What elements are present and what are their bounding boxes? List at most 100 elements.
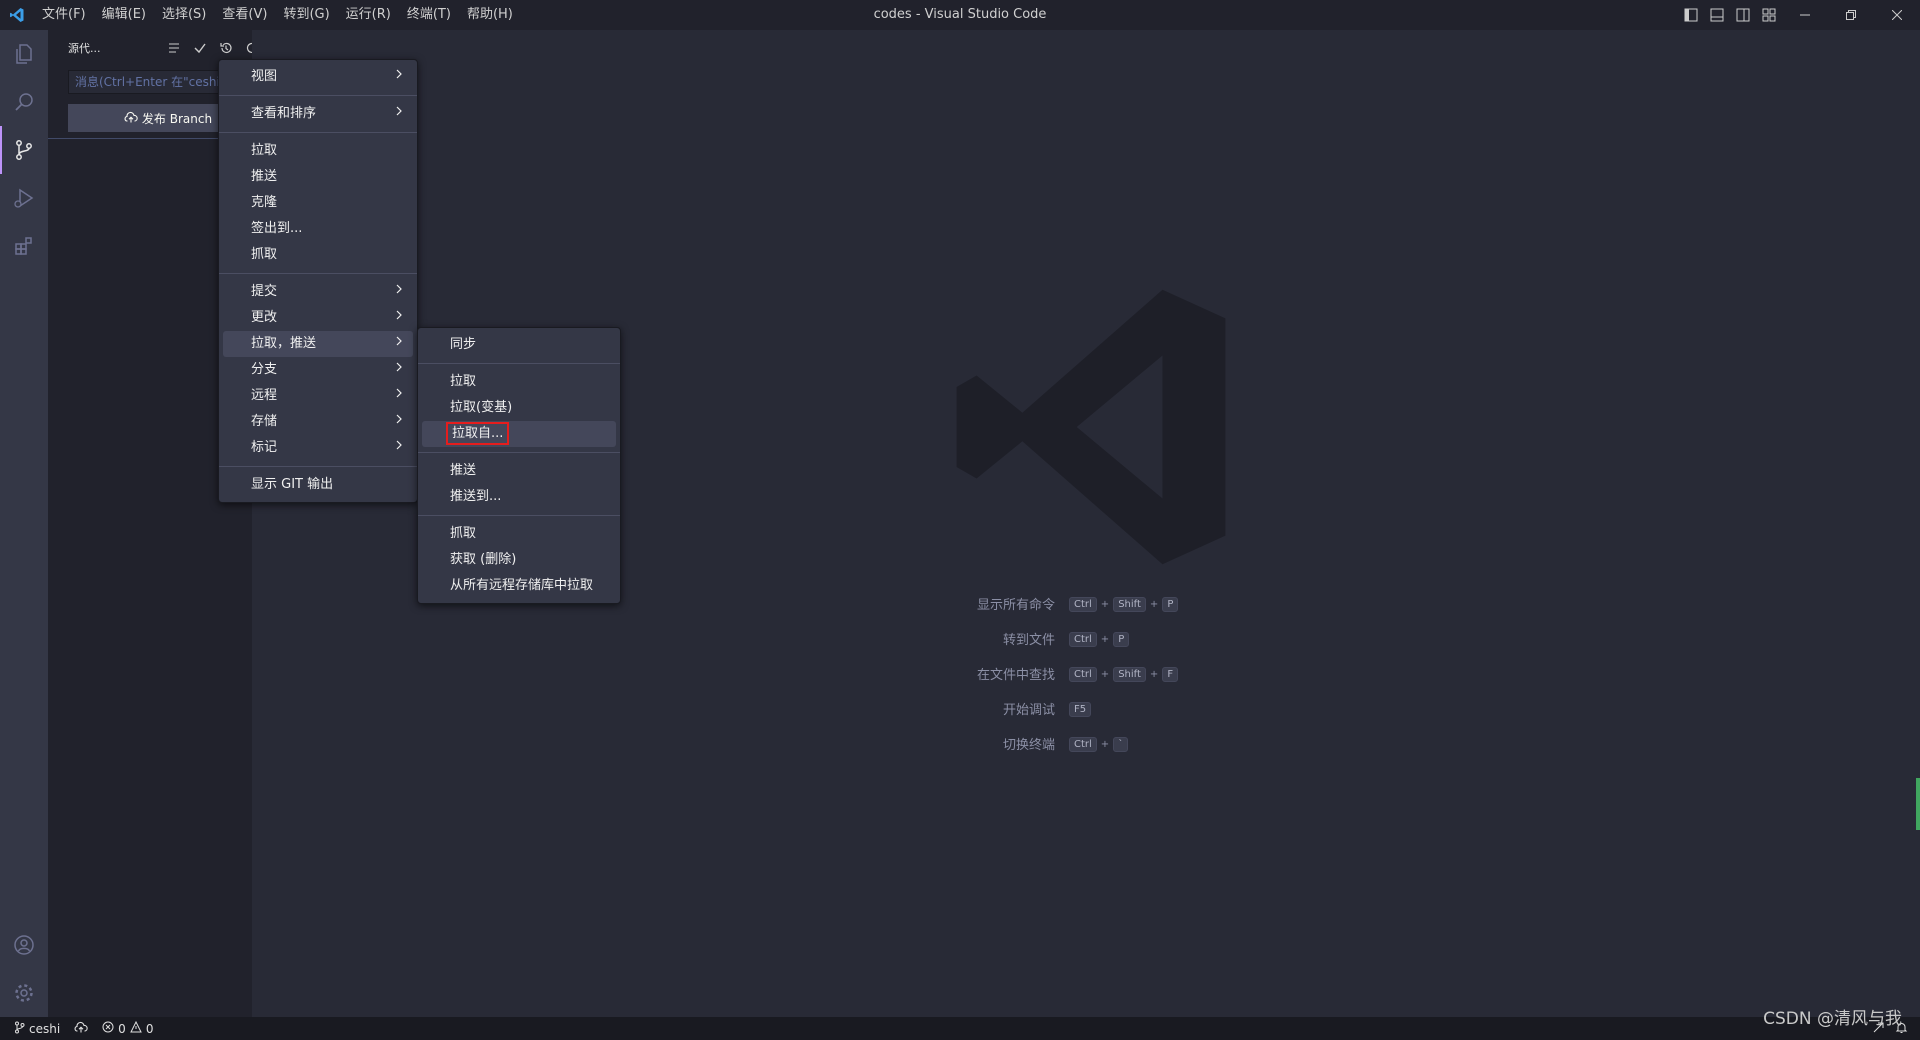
- menu-item-7[interactable]: 帮助(H): [459, 0, 521, 30]
- toggle-panel-icon[interactable]: [1704, 0, 1730, 30]
- menu-item-2[interactable]: 选择(S): [154, 0, 214, 30]
- shortcut-label: 切换终端: [1002, 738, 1055, 753]
- chevron-right-icon: [395, 435, 403, 461]
- key-cap: P: [1162, 596, 1179, 612]
- chevron-right-icon: [395, 101, 403, 127]
- key-cap: P: [1113, 631, 1130, 647]
- submenu-item-label: 同步: [450, 337, 477, 352]
- branch-status[interactable]: ceshi: [0, 1017, 67, 1040]
- menu-item-label: 拉取，推送: [251, 336, 317, 351]
- menu-item-label: 推送: [251, 169, 278, 184]
- minimize-button[interactable]: [1782, 0, 1828, 30]
- menu-item[interactable]: 提交: [223, 279, 413, 305]
- submenu-item-label: 推送到...: [450, 489, 502, 504]
- cloud-upload-icon: [74, 1021, 88, 1036]
- scrollbar-indicator: [1916, 778, 1920, 830]
- chevron-right-icon: [395, 64, 403, 90]
- toggle-primary-sidebar-icon[interactable]: [1678, 0, 1704, 30]
- menu-item-6[interactable]: 终端(T): [399, 0, 459, 30]
- commit-check-icon[interactable]: [190, 38, 210, 58]
- key-cap: Ctrl: [1069, 631, 1097, 647]
- key-cap: `: [1113, 736, 1129, 752]
- shortcut-keys: Ctrl + Shift + F: [1067, 666, 1180, 682]
- submenu-item-label: 从所有远程存储库中拉取: [450, 578, 594, 593]
- menu-item-label: 克隆: [251, 195, 278, 210]
- menu-item[interactable]: 签出到...: [223, 216, 413, 242]
- submenu-item[interactable]: 从所有远程存储库中拉取: [422, 573, 616, 599]
- submenu-item[interactable]: 获取 (删除): [422, 547, 616, 573]
- menu-separator: [418, 363, 620, 364]
- submenu-item[interactable]: 拉取(变基): [422, 395, 616, 421]
- key-plus: +: [1100, 668, 1110, 680]
- menu-item[interactable]: 远程: [223, 383, 413, 409]
- menu-item[interactable]: 存储: [223, 409, 413, 435]
- menu-item[interactable]: 显示 GIT 输出: [223, 472, 413, 498]
- menu-item[interactable]: 更改: [223, 305, 413, 331]
- warning-count: 0: [145, 1021, 154, 1036]
- menu-item[interactable]: 抓取: [223, 242, 413, 268]
- menu-separator: [418, 515, 620, 516]
- menu-item-label: 分支: [251, 362, 278, 377]
- customize-layout-icon[interactable]: [1756, 0, 1782, 30]
- key-cap: F5: [1069, 701, 1092, 717]
- chevron-right-icon: [395, 409, 403, 435]
- menu-separator: [219, 466, 417, 467]
- menu-item-label: 更改: [251, 310, 278, 325]
- status-bar: ceshi 0 0: [0, 1017, 1920, 1040]
- menu-item[interactable]: 分支: [223, 357, 413, 383]
- pull-push-submenu: 同步拉取拉取(变基) 拉取自... 推送推送到... 抓取 获取 (删除) 从所有远程存储…: [417, 327, 621, 604]
- key-cap: Ctrl: [1069, 596, 1097, 612]
- key-plus: +: [1149, 668, 1159, 680]
- submenu-item[interactable]: 同步: [422, 332, 616, 358]
- key-cap: Ctrl: [1069, 666, 1097, 682]
- shortcut-keys: Ctrl + Shift + P: [1067, 596, 1180, 612]
- menu-item-label: 视图: [251, 69, 278, 84]
- menu-item[interactable]: 视图: [223, 64, 413, 90]
- submenu-item[interactable]: 拉取: [422, 369, 616, 395]
- source-control-icon[interactable]: [0, 126, 48, 174]
- menu-item[interactable]: 查看和排序: [223, 101, 413, 127]
- extensions-icon[interactable]: [0, 222, 48, 270]
- menu-item-label: 查看和排序: [251, 106, 317, 121]
- toggle-secondary-sidebar-icon[interactable]: [1730, 0, 1756, 30]
- shortcut-row: 显示所有命令 Ctrl + Shift + P: [900, 586, 1400, 621]
- close-button[interactable]: [1874, 0, 1920, 30]
- menu-item-label: 提交: [251, 284, 278, 299]
- submenu-item[interactable]: 拉取自...: [422, 421, 616, 447]
- scm-more-actions-menu: 视图查看和排序拉取推送克隆签出到... 抓取提交更改拉取，推送分支远程 存储 标记显示…: [218, 59, 418, 503]
- run-debug-icon[interactable]: [0, 174, 48, 222]
- shortcut-keys: Ctrl + `: [1067, 736, 1130, 752]
- menu-item[interactable]: 拉取，推送: [223, 331, 413, 357]
- search-icon[interactable]: [0, 78, 48, 126]
- menu-item-4[interactable]: 转到(G): [275, 0, 337, 30]
- menu-item-0[interactable]: 文件(F): [34, 0, 94, 30]
- history-icon[interactable]: [216, 38, 236, 58]
- shortcut-row: 切换终端 Ctrl + `: [900, 726, 1400, 761]
- submenu-item[interactable]: 推送到...: [422, 484, 616, 510]
- menu-item-1[interactable]: 编辑(E): [94, 0, 154, 30]
- menu-item-5[interactable]: 运行(R): [338, 0, 399, 30]
- problems-status[interactable]: 0 0: [95, 1017, 160, 1040]
- shortcut-label: 显示所有命令: [976, 598, 1055, 613]
- explorer-icon[interactable]: [0, 30, 48, 78]
- submenu-item[interactable]: 推送: [422, 458, 616, 484]
- menu-item[interactable]: 拉取: [223, 138, 413, 164]
- activity-bar: [0, 30, 48, 1017]
- vscode-watermark-icon: [948, 282, 1234, 576]
- submenu-item[interactable]: 抓取: [422, 521, 616, 547]
- menu-bar: 文件(F) 编辑(E) 选择(S) 查看(V) 转到(G) 运行(R) 终端(T) 帮助(H): [34, 0, 521, 30]
- menu-item-3[interactable]: 查看(V): [214, 0, 275, 30]
- menu-item[interactable]: 克隆: [223, 190, 413, 216]
- publish-status[interactable]: [67, 1017, 95, 1040]
- view-as-list-icon[interactable]: [164, 38, 184, 58]
- error-count: 0: [118, 1021, 126, 1036]
- accounts-icon[interactable]: [0, 921, 48, 969]
- shortcut-keys: F5: [1067, 701, 1093, 717]
- restore-button[interactable]: [1828, 0, 1874, 30]
- submenu-item-label: 拉取(变基): [450, 400, 513, 415]
- chevron-right-icon: [395, 357, 403, 383]
- key-cap: Shift: [1113, 596, 1146, 612]
- gear-icon[interactable]: [0, 969, 48, 1017]
- menu-item[interactable]: 标记: [223, 435, 413, 461]
- menu-item[interactable]: 推送: [223, 164, 413, 190]
